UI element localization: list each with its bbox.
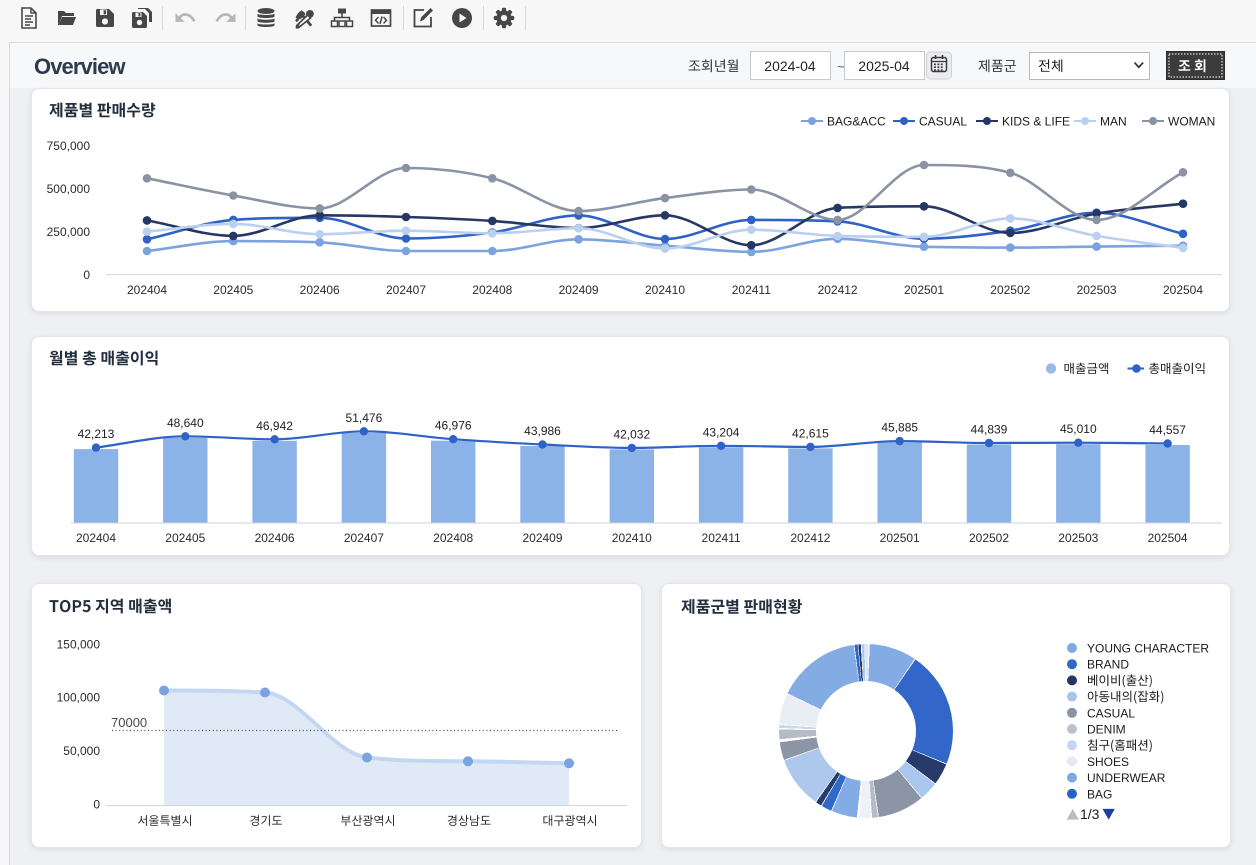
svg-text:46,976: 46,976 xyxy=(435,419,472,433)
svg-text:202501: 202501 xyxy=(904,283,944,297)
svg-text:202405: 202405 xyxy=(213,283,253,297)
svg-text:WOMAN: WOMAN xyxy=(1168,115,1215,129)
svg-text:51,476: 51,476 xyxy=(346,411,383,425)
svg-text:202408: 202408 xyxy=(472,283,512,297)
svg-text:202504: 202504 xyxy=(1163,283,1203,297)
svg-text:DENIM: DENIM xyxy=(1087,723,1126,737)
svg-text:500,000: 500,000 xyxy=(47,182,91,196)
svg-text:202412: 202412 xyxy=(818,283,858,297)
svg-text:42,032: 42,032 xyxy=(613,427,650,441)
svg-text:KIDS & LIFE: KIDS & LIFE xyxy=(1002,115,1070,129)
svg-text:44,839: 44,839 xyxy=(971,423,1008,437)
svg-text:2024-04: 2024-04 xyxy=(764,58,816,74)
svg-text:202503: 202503 xyxy=(1077,283,1117,297)
svg-text:202409: 202409 xyxy=(559,283,599,297)
svg-text:750,000: 750,000 xyxy=(47,139,91,153)
svg-text:45,885: 45,885 xyxy=(881,421,918,435)
svg-text:0: 0 xyxy=(83,268,90,282)
svg-text:1/3: 1/3 xyxy=(1080,806,1100,822)
svg-text:48,640: 48,640 xyxy=(167,416,204,430)
svg-text:202410: 202410 xyxy=(612,531,652,545)
svg-text:202502: 202502 xyxy=(969,531,1009,545)
svg-text:44,557: 44,557 xyxy=(1149,423,1186,437)
svg-text:BAG: BAG xyxy=(1087,787,1112,801)
svg-text:SHOES: SHOES xyxy=(1087,755,1129,769)
svg-text:UNDERWEAR: UNDERWEAR xyxy=(1087,771,1166,785)
svg-text:250,000: 250,000 xyxy=(47,225,91,239)
svg-text:202405: 202405 xyxy=(165,531,205,545)
svg-text:MAN: MAN xyxy=(1100,115,1127,129)
svg-text:202502: 202502 xyxy=(990,283,1030,297)
svg-text:202503: 202503 xyxy=(1058,531,1098,545)
svg-text:YOUNG CHARACTER: YOUNG CHARACTER xyxy=(1087,642,1209,656)
svg-text:202406: 202406 xyxy=(300,283,340,297)
svg-text:42,213: 42,213 xyxy=(78,427,115,441)
svg-text:CASUAL: CASUAL xyxy=(1087,706,1135,720)
svg-text:BAG&ACC: BAG&ACC xyxy=(827,115,886,129)
svg-text:202407: 202407 xyxy=(386,283,426,297)
svg-text:0: 0 xyxy=(93,798,100,812)
svg-text:~: ~ xyxy=(837,59,845,74)
svg-text:2025-04: 2025-04 xyxy=(858,58,910,74)
svg-text:BRAND: BRAND xyxy=(1087,658,1129,672)
svg-text:202501: 202501 xyxy=(880,531,920,545)
svg-text:45,010: 45,010 xyxy=(1060,422,1097,436)
svg-text:50,000: 50,000 xyxy=(63,744,100,758)
svg-text:202412: 202412 xyxy=(790,531,830,545)
svg-text:150,000: 150,000 xyxy=(57,637,101,651)
svg-text:202406: 202406 xyxy=(255,531,295,545)
svg-text:202404: 202404 xyxy=(76,531,116,545)
svg-text:202411: 202411 xyxy=(702,531,741,545)
svg-text:43,204: 43,204 xyxy=(703,425,740,439)
svg-text:42,615: 42,615 xyxy=(792,426,829,440)
svg-text:202408: 202408 xyxy=(433,531,473,545)
svg-text:CASUAL: CASUAL xyxy=(919,115,967,129)
svg-text:202409: 202409 xyxy=(522,531,562,545)
svg-text:46,942: 46,942 xyxy=(256,419,293,433)
svg-text:202410: 202410 xyxy=(645,283,685,297)
svg-text:202407: 202407 xyxy=(344,531,384,545)
svg-text:202404: 202404 xyxy=(127,283,167,297)
svg-text:43,986: 43,986 xyxy=(524,424,561,438)
svg-text:70000: 70000 xyxy=(111,715,147,730)
svg-text:202411: 202411 xyxy=(732,283,771,297)
svg-text:100,000: 100,000 xyxy=(57,691,101,705)
svg-text:202504: 202504 xyxy=(1148,531,1188,545)
